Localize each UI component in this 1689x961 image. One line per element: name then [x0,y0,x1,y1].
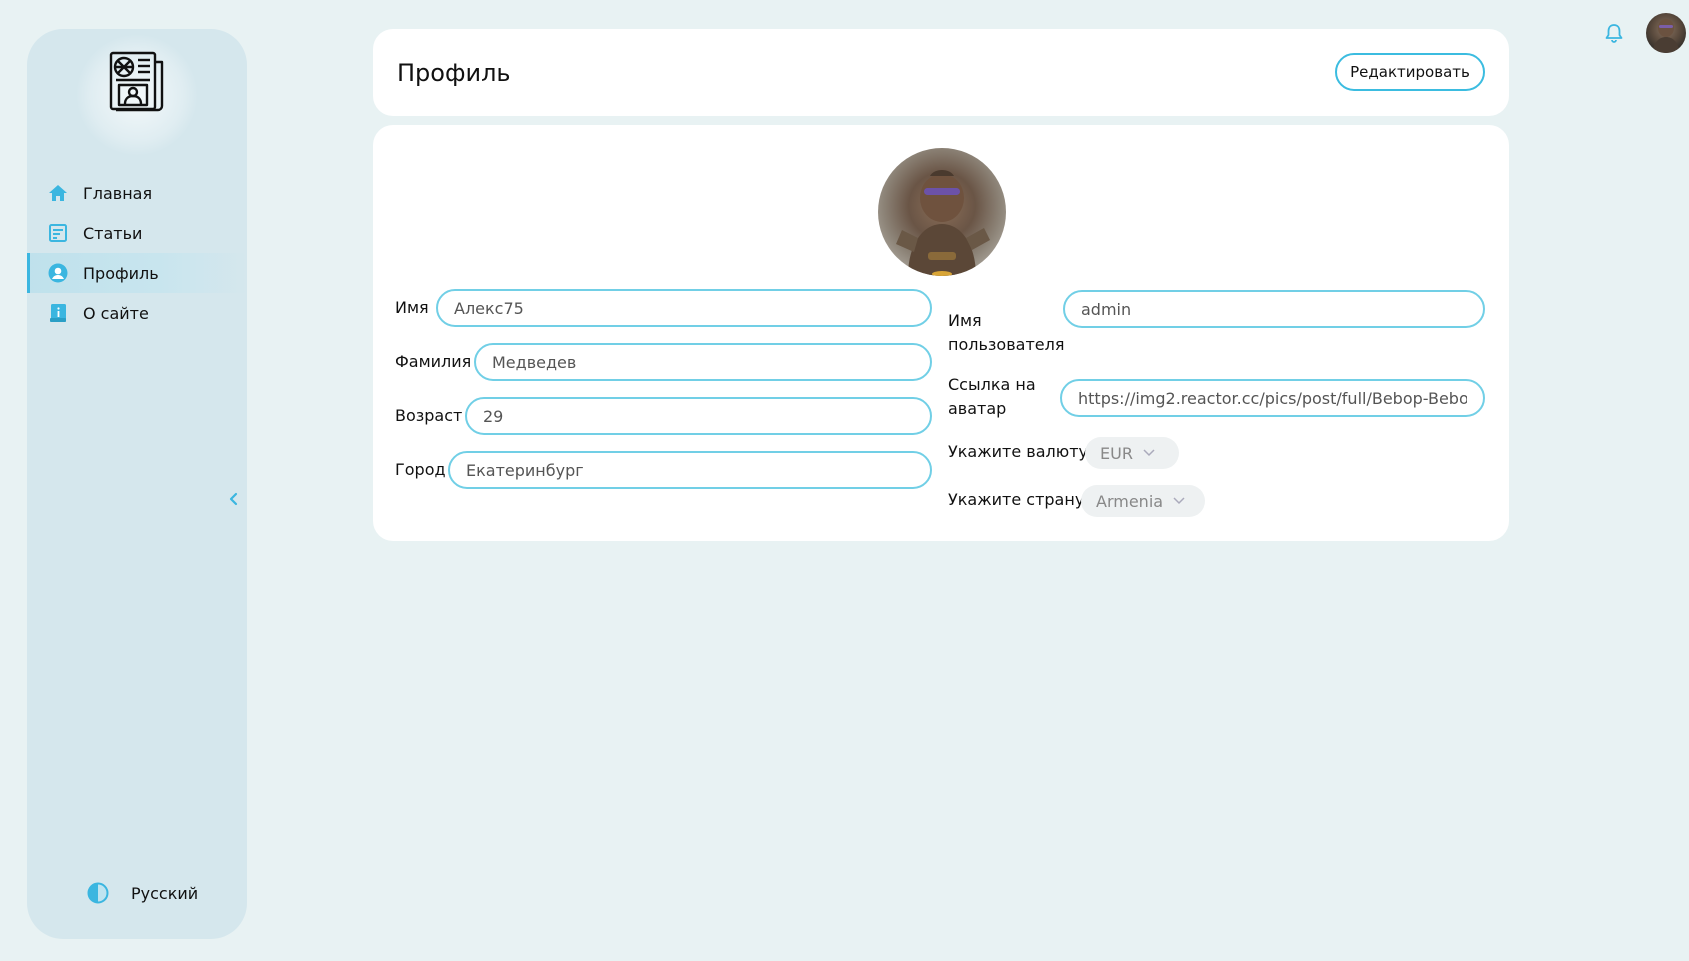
country-value: Armenia [1096,491,1164,511]
home-icon [47,182,69,204]
sidebar: Главная Статьи Профиль О сайте Русский [27,29,247,939]
currency-value: EUR [1100,443,1133,463]
language-label: Русский [131,883,199,903]
language-switcher[interactable]: Русский [87,882,198,904]
avatar-link-label-line1: Ссылка на [948,375,1036,394]
page-title: Профиль [397,59,511,87]
city-label: Город [395,460,446,479]
currency-label: Укажите валюту> [948,442,1102,461]
country-label: Укажите страну> [948,490,1098,509]
info-icon [47,302,69,324]
avatar-image [1652,19,1680,53]
chevron-down-icon [1143,449,1155,457]
sidebar-item-label: Статьи [83,223,143,243]
username-field[interactable] [1063,290,1485,328]
sidebar-nav: Главная Статьи Профиль О сайте [27,173,247,333]
profile-avatar [878,148,1006,276]
sidebar-item-label: Профиль [83,263,159,283]
username-label-line1: Имя [948,311,982,330]
sidebar-item-about[interactable]: О сайте [27,293,247,333]
bell-icon [1605,24,1623,43]
first-name-field[interactable] [436,289,932,327]
age-field[interactable] [465,397,932,435]
newspaper-logo-icon [109,51,164,112]
sidebar-item-articles[interactable]: Статьи [27,213,247,253]
chevron-down-icon [1173,497,1185,505]
theme-toggle-icon[interactable] [87,882,109,904]
city-field[interactable] [448,451,932,489]
notifications-button[interactable] [1603,22,1625,44]
avatar-link-label: Ссылка на аватар [948,373,1036,421]
chevron-left-icon [229,492,238,506]
article-icon [47,222,69,244]
profile-icon [47,262,69,284]
age-label: Возраст [395,406,463,425]
currency-select[interactable]: EUR [1085,437,1179,469]
sidebar-item-label: О сайте [83,303,149,323]
avatar-link-field[interactable] [1060,379,1485,417]
sidebar-item-label: Главная [83,183,153,203]
profile-card: Имя Фамилия Возраст Город Имя пользовате… [373,125,1509,541]
username-label: Имя пользователя [948,309,1064,357]
profile-avatar-image [896,170,990,276]
sidebar-item-profile[interactable]: Профиль [27,253,247,293]
sidebar-collapse-button[interactable] [223,489,243,509]
sidebar-item-home[interactable]: Главная [27,173,247,213]
user-avatar-button[interactable] [1646,13,1686,53]
logo[interactable] [77,35,197,155]
last-name-field[interactable] [474,343,932,381]
avatar-link-label-line2: аватар [948,399,1007,418]
username-label-line2: пользователя [948,335,1065,354]
first-name-label: Имя [395,298,429,317]
profile-header-card: Профиль Редактировать [373,29,1509,116]
country-select[interactable]: Armenia [1081,485,1205,517]
edit-button[interactable]: Редактировать [1335,53,1485,91]
app-root: Главная Статьи Профиль О сайте Русский П… [0,0,1689,961]
last-name-label: Фамилия [395,352,472,371]
